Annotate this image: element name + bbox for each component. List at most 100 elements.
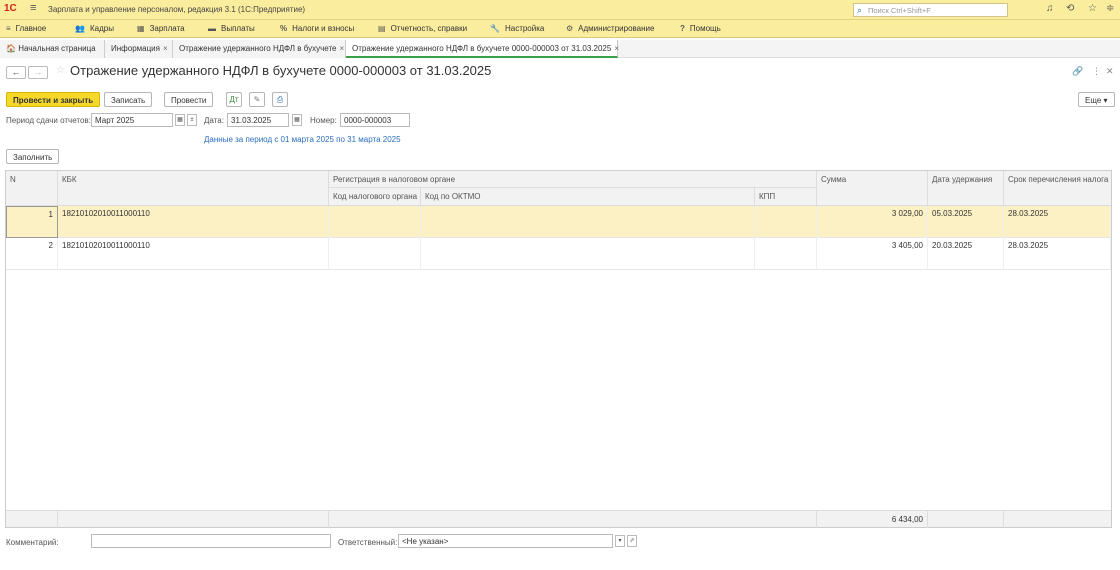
- footer-cell: [6, 511, 58, 528]
- number-label: Номер:: [310, 116, 337, 125]
- link-icon[interactable]: 🔗: [1072, 66, 1083, 77]
- cell-due-date[interactable]: 28.03.2025: [1004, 238, 1111, 270]
- menu-item-taxes[interactable]: % Налоги и взносы: [280, 24, 354, 33]
- search-icon: ⌕: [857, 5, 863, 15]
- cell-kbk[interactable]: 18210102010011000110: [58, 206, 329, 238]
- search-input[interactable]: ⌕ Поиск Ctrl+Shift+F: [853, 3, 1008, 17]
- period-label: Период сдачи отчетов:: [6, 116, 91, 125]
- column-header-due-date[interactable]: Срок перечисления налога: [1004, 171, 1111, 206]
- menu-label: Администрирование: [578, 24, 655, 33]
- cell-oktmo[interactable]: [421, 206, 755, 238]
- close-icon[interactable]: ×: [340, 44, 345, 53]
- app-title: Зарплата и управление персоналом, редакц…: [48, 5, 306, 14]
- favorite-star-icon[interactable]: ☆: [56, 65, 65, 76]
- footer-cell: [58, 511, 329, 528]
- cell-n[interactable]: 1: [6, 206, 58, 238]
- menu-item-main[interactable]: ≡ Главное: [6, 24, 46, 33]
- comment-field[interactable]: [91, 534, 331, 548]
- cell-tax-authority-code[interactable]: [329, 206, 421, 238]
- menu-item-reports[interactable]: ▤ Отчетность, справки: [378, 24, 467, 33]
- tab-bar: 🏠 Начальная страница Информация × Отражен…: [0, 40, 1120, 58]
- cell-sum[interactable]: 3 405,00: [817, 238, 928, 270]
- column-header-n[interactable]: N: [6, 171, 58, 206]
- column-header-oktmo[interactable]: Код по ОКТМО: [421, 188, 755, 206]
- section-menu: ≡ Главное 👥 Кадры ▦ Зарплата ▬ Выплаты % Нало…: [0, 20, 1120, 38]
- column-header-tax-authority-code[interactable]: Код налогового органа: [329, 188, 421, 206]
- cell-kbk[interactable]: 18210102010011000110: [58, 238, 329, 270]
- tab-home[interactable]: 🏠 Начальная страница: [0, 40, 105, 58]
- cell-oktmo[interactable]: [421, 238, 755, 270]
- menu-item-settings[interactable]: 🔧 Настройка: [490, 24, 544, 33]
- menu-item-admin[interactable]: ⚙ Администрирование: [566, 24, 654, 33]
- period-stepper[interactable]: ±: [187, 114, 197, 126]
- column-header-kpp[interactable]: КПП: [755, 188, 817, 206]
- chevron-down-icon[interactable]: ▾: [615, 535, 625, 547]
- post-and-close-button[interactable]: Провести и закрыть: [6, 92, 101, 107]
- menu-icon: ≡: [6, 24, 11, 33]
- date-field[interactable]: 31.03.2025: [227, 113, 289, 127]
- page-title: Отражение удержанного НДФЛ в бухучете 00…: [70, 63, 492, 78]
- bell-icon[interactable]: ♫: [1046, 3, 1054, 14]
- cell-sum[interactable]: 3 029,00: [817, 206, 928, 238]
- tab-label: Отражение удержанного НДФЛ в бухучете 00…: [352, 44, 612, 53]
- cell-kpp[interactable]: [755, 238, 817, 270]
- footer-total-sum: 6 434,00: [817, 511, 928, 528]
- tab-label: Отражение удержанного НДФЛ в бухучете: [179, 44, 337, 53]
- cell-tax-authority-code[interactable]: [329, 238, 421, 270]
- more-button[interactable]: Еще ▾: [1078, 92, 1115, 107]
- cell-n[interactable]: 2: [6, 238, 58, 270]
- history-icon[interactable]: ⟲: [1066, 3, 1074, 14]
- print-icon[interactable]: ⎙: [272, 92, 288, 107]
- report-icon: ▤: [378, 24, 386, 33]
- more-vertical-icon[interactable]: ⋮: [1092, 66, 1101, 77]
- main-menu-icon[interactable]: ≡: [30, 2, 36, 14]
- tab-ndfl-list[interactable]: Отражение удержанного НДФЛ в бухучете ×: [173, 40, 346, 58]
- cell-due-date[interactable]: 28.03.2025: [1004, 206, 1111, 238]
- menu-item-payments[interactable]: ▬ Выплаты: [208, 24, 255, 33]
- open-link-icon[interactable]: ⇗: [627, 535, 637, 547]
- debit-credit-icon[interactable]: Дт: [226, 92, 242, 107]
- cell-withholding-date[interactable]: 20.03.2025: [928, 238, 1004, 270]
- column-header-registration[interactable]: Регистрация в налоговом органе: [329, 171, 817, 188]
- forward-button[interactable]: →: [28, 66, 48, 79]
- favorites-star-icon[interactable]: ☆: [1088, 3, 1097, 14]
- home-icon: 🏠: [6, 44, 16, 53]
- calendar-icon[interactable]: ▦: [292, 114, 302, 126]
- cell-kpp[interactable]: [755, 206, 817, 238]
- save-button[interactable]: Записать: [104, 92, 153, 107]
- menu-label: Зарплата: [149, 24, 185, 33]
- column-header-withholding-date[interactable]: Дата удержания: [928, 171, 1004, 206]
- close-icon[interactable]: ×: [614, 44, 619, 53]
- number-field[interactable]: 0000-000003: [340, 113, 410, 127]
- comment-label: Комментарий:: [6, 538, 59, 547]
- search-placeholder: Поиск Ctrl+Shift+F: [868, 6, 931, 15]
- responsible-field[interactable]: <Не указан>: [398, 534, 613, 548]
- menu-item-salary[interactable]: ▦ Зарплата: [137, 24, 185, 33]
- calendar-icon[interactable]: ▦: [175, 114, 185, 126]
- date-label: Дата:: [204, 116, 224, 125]
- cell-withholding-date[interactable]: 05.03.2025: [928, 206, 1004, 238]
- table-row[interactable]: 1 18210102010011000110 3 029,00 05.03.20…: [6, 206, 1111, 238]
- post-button[interactable]: Провести: [164, 92, 214, 107]
- title-bar: 1С ≡ Зарплата и управление персоналом, р…: [0, 0, 1120, 20]
- attachment-icon[interactable]: ✎: [249, 92, 265, 107]
- period-hint: Данные за период с 01 марта 2025 по 31 м…: [204, 135, 401, 144]
- fill-button[interactable]: Заполнить: [6, 149, 60, 164]
- column-header-sum[interactable]: Сумма: [817, 171, 928, 206]
- settings-menu-icon[interactable]: ≑: [1106, 3, 1114, 14]
- column-header-kbk[interactable]: КБК: [58, 171, 329, 206]
- tab-ndfl-document[interactable]: Отражение удержанного НДФЛ в бухучете 00…: [346, 40, 619, 58]
- close-icon[interactable]: ✕: [1106, 66, 1114, 77]
- data-table: N КБК Регистрация в налоговом органе Код…: [5, 170, 1112, 528]
- close-icon[interactable]: ×: [163, 44, 168, 53]
- menu-label: Настройка: [504, 24, 545, 33]
- table-row[interactable]: 2 18210102010011000110 3 405,00 20.03.20…: [6, 238, 1111, 270]
- tab-info[interactable]: Информация ×: [105, 40, 173, 58]
- back-button[interactable]: ←: [6, 66, 26, 79]
- menu-item-help[interactable]: ? Помощь: [680, 24, 721, 33]
- footer-cell: [928, 511, 1004, 528]
- footer-cell: [329, 511, 817, 528]
- menu-item-staff[interactable]: 👥 Кадры: [75, 24, 114, 33]
- menu-label: Отчетность, справки: [390, 24, 468, 33]
- period-field[interactable]: Март 2025: [91, 113, 173, 127]
